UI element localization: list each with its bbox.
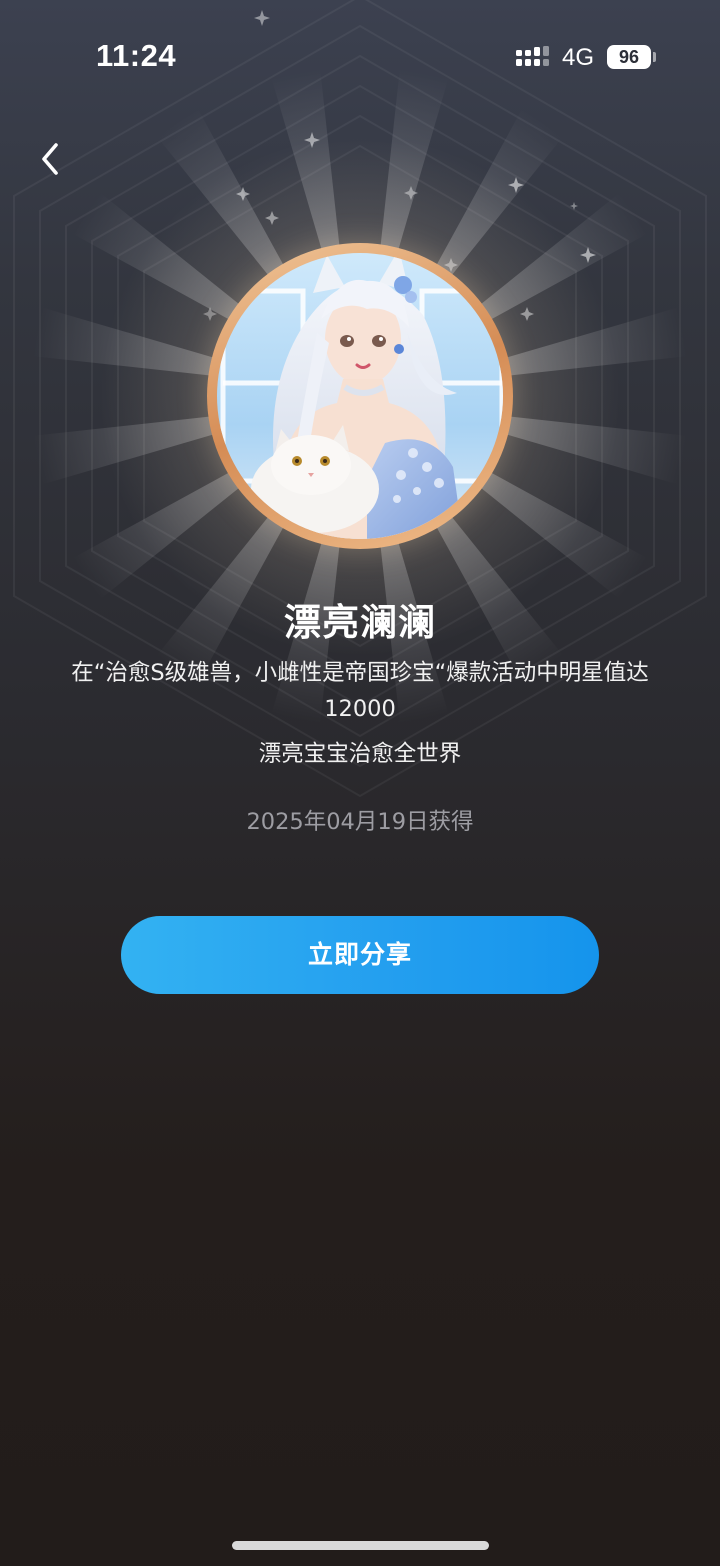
- obtained-date: 2025年04月19日获得: [246, 809, 474, 835]
- light-ray: [479, 471, 648, 600]
- badge-title: 漂亮澜澜: [284, 601, 436, 644]
- light-ray: [505, 307, 688, 376]
- battery-level: 96: [618, 47, 640, 67]
- light-ray: [32, 416, 215, 485]
- light-ray: [72, 192, 241, 321]
- chevron-left-icon: [42, 143, 58, 175]
- badge-subtitle: 漂亮宝宝治愈全世界: [258, 741, 462, 767]
- battery-tip: [653, 52, 656, 62]
- network-type: 4G: [562, 44, 595, 71]
- light-ray: [505, 416, 688, 485]
- back-button[interactable]: [30, 134, 74, 184]
- light-ray: [72, 471, 241, 600]
- cellular-signal-icon: [516, 46, 552, 70]
- light-ray: [435, 108, 564, 277]
- light-ray: [32, 307, 215, 376]
- status-bar: 11:24 4G 96: [0, 0, 720, 110]
- status-time: 11:24: [96, 38, 177, 73]
- share-button[interactable]: 立即分享: [121, 916, 599, 994]
- home-indicator[interactable]: [232, 1541, 489, 1550]
- avatar: [217, 253, 503, 539]
- light-ray: [156, 108, 285, 277]
- battery-icon: 96: [607, 45, 651, 69]
- badge-description: 在“治愈S级雄兽，小雌性是帝国珍宝“爆款活动中明星值达12000: [71, 660, 649, 722]
- light-ray: [479, 192, 648, 321]
- anime-girl-with-cat-illustration: [217, 253, 503, 539]
